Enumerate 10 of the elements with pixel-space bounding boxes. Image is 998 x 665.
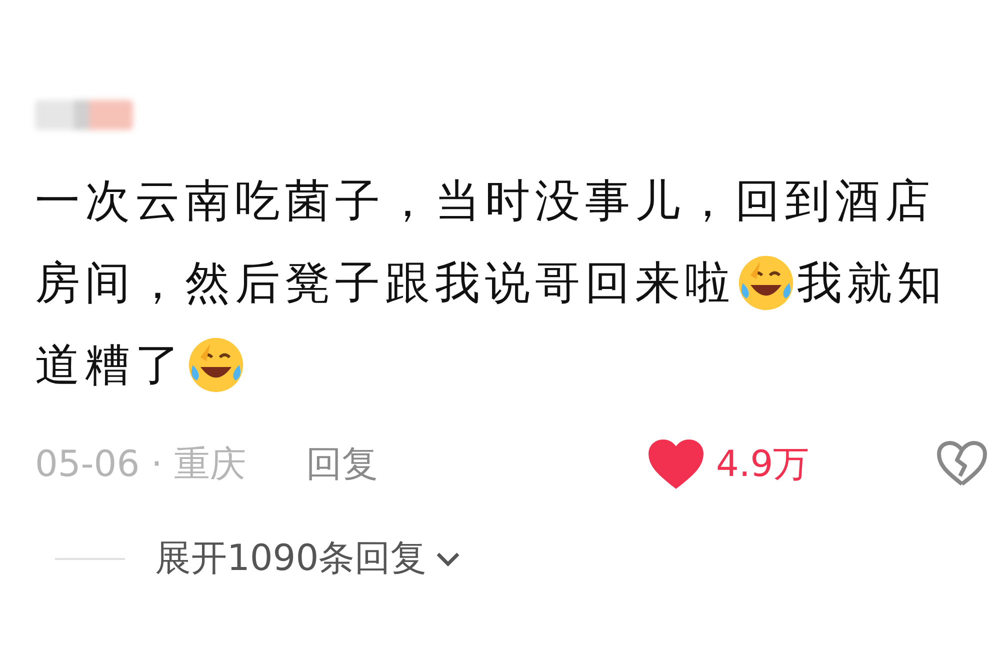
comment-text: 一次云南吃菌子，当时没事儿，回到酒店: [35, 173, 935, 229]
comment-text: 我就知: [797, 255, 947, 311]
comment-text: 道糟了: [35, 337, 185, 393]
like-count: 4.9万: [716, 442, 810, 486]
expand-replies-button[interactable]: 展开1090条回复: [155, 534, 461, 583]
broken-heart-icon[interactable]: [936, 440, 988, 488]
comment-text: 房间，然后凳子跟我说哥回来啦: [35, 255, 735, 311]
heart-icon[interactable]: [648, 439, 704, 489]
chevron-down-icon: [434, 550, 461, 566]
comment-date-location: 05-06 · 重庆: [35, 442, 246, 486]
